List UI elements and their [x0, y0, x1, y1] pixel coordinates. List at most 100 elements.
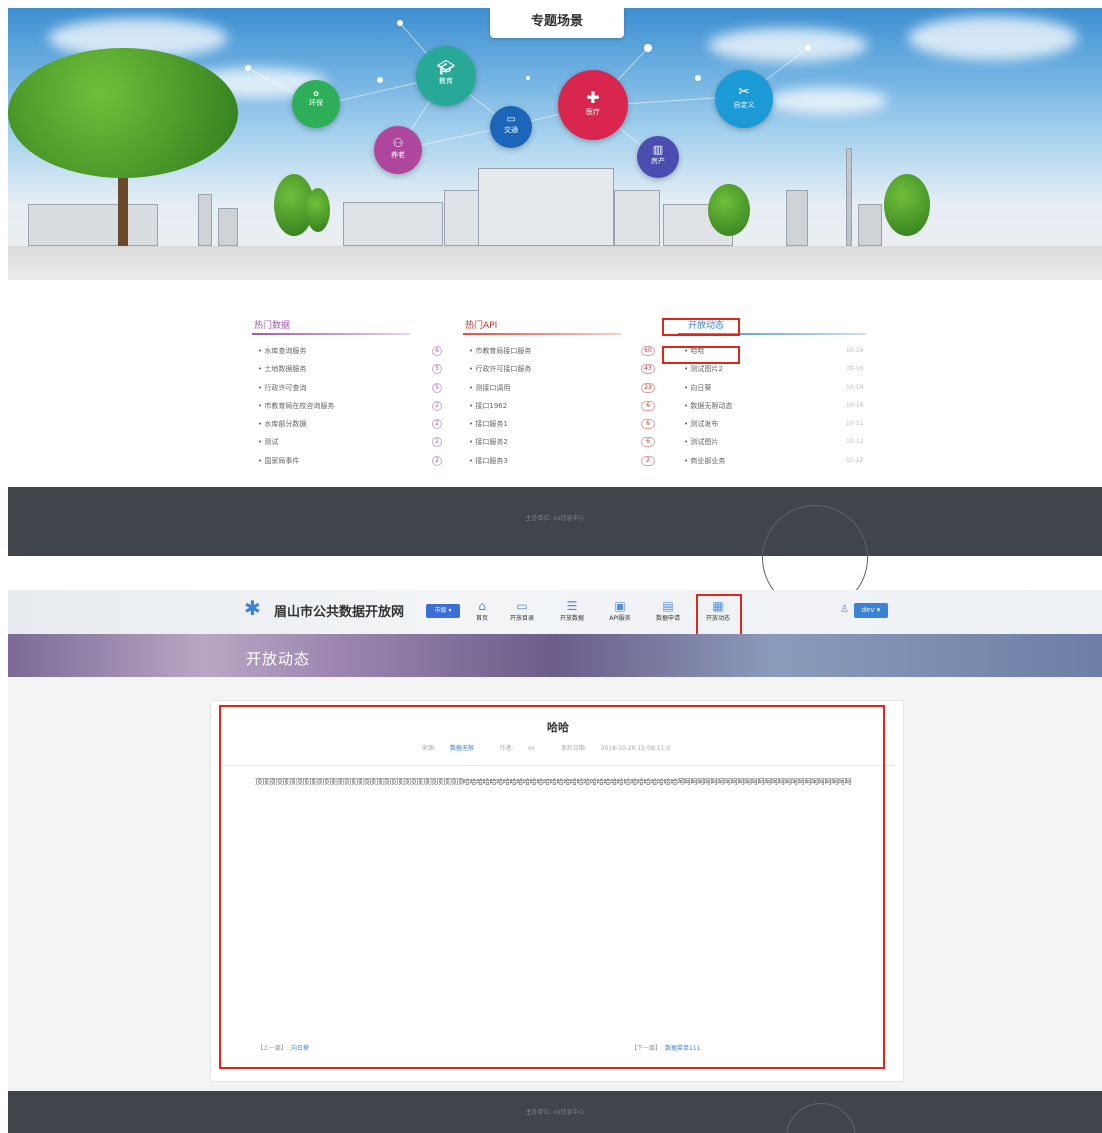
footer-text: 主办单位: xx信息中心 [525, 515, 585, 522]
count-badge: 6 [641, 419, 655, 430]
ground-plane [8, 246, 1102, 280]
count-badge: 2 [641, 455, 655, 466]
skyline-building [786, 190, 808, 246]
count-badge: 6 [432, 346, 442, 356]
logo-star-icon[interactable]: ✱ [244, 598, 261, 618]
list-item[interactable]: • 商业部业务 10-12 [678, 452, 863, 470]
elderly-people-icon: ⚇ [392, 136, 404, 150]
skyline-building [198, 194, 212, 246]
nav-api-service[interactable]: ▣ API服务 [600, 598, 640, 624]
news-detail-screenshot: ✱ 眉山市公共数据开放网 市级 ▾ ⌂ 首页 ▭ 开放目录 ☰ 开放数据 ▣ A… [8, 590, 1102, 1133]
topic-education-bubble[interactable]: 🎓︎ 教育 [416, 46, 476, 106]
hot-data-list: • 水库查询服务 6 • 土地数据服务 5 • 行政许可查询 5 • 市教育局在校咨询… [252, 342, 442, 470]
graduation-cap-icon: 🎓︎ [437, 60, 455, 76]
topic-elderly-bubble[interactable]: ⚇ 养老 [374, 126, 422, 174]
hot-lists-section: 热门数据 • 水库查询服务 6 • 土地数据服务 5 • 行政许可查询 5 • 市教育… [8, 280, 1102, 487]
api-icon: ▣ [614, 599, 626, 613]
count-badge: 5 [432, 364, 442, 375]
list-item[interactable]: • 土地数据服务 5 [252, 360, 442, 378]
government-building [478, 168, 614, 246]
list-item[interactable]: • 水库查询服务 6 [252, 342, 442, 360]
bubble-label: 房产 [651, 157, 665, 165]
hot-data-title[interactable]: 热门数据 [252, 320, 422, 334]
list-item[interactable]: • 接口服务1 6 [463, 415, 655, 433]
folder-icon: ▭ [516, 599, 528, 613]
hot-data-column: 热门数据 • 水库查询服务 6 • 土地数据服务 5 • 行政许可查询 5 • 市教育… [252, 320, 442, 470]
database-icon: ☰ [566, 599, 578, 613]
apply-icon: ▤ [662, 599, 674, 613]
building-icon: ▥ [652, 143, 664, 156]
user-menu[interactable]: dev ▾ [854, 603, 888, 618]
count-badge: 43 [641, 364, 655, 375]
medical-kit-icon: ✚ [586, 88, 600, 107]
list-item[interactable]: • 接口服务2 6 [463, 433, 655, 451]
leaf-globe-icon: ✿ [313, 90, 319, 98]
nav-home[interactable]: ⌂ 首页 [462, 598, 502, 624]
skyline-building [28, 204, 158, 246]
count-badge: 2 [432, 419, 442, 430]
tree [884, 174, 930, 236]
news-date: 10-12 [846, 420, 864, 428]
list-item[interactable]: • 测试发布 10-12 [678, 415, 863, 433]
user-icon: ♙ [840, 604, 849, 615]
nav-label: 首页 [475, 615, 488, 622]
skyline-building [858, 204, 882, 246]
skyline-building [218, 208, 238, 246]
nav-label: 开放目录 [509, 615, 534, 622]
site-footer: 主办单位: xx信息中心 [8, 487, 1102, 611]
hot-api-title[interactable]: 热门API [463, 320, 633, 334]
news-date: 10-12 [846, 438, 864, 446]
topic-scene-title: 专题场景 [490, 8, 624, 38]
nav-open-catalog[interactable]: ▭ 开放目录 [502, 598, 542, 624]
bubble-label: 医疗 [586, 108, 600, 116]
list-item[interactable]: • 向日葵 10-16 [678, 379, 863, 397]
page-title: 开放动态 [246, 650, 311, 668]
list-item[interactable]: • 数据无限动态 10-16 [678, 397, 863, 415]
divider [252, 333, 410, 335]
list-item[interactable]: • 水库部分数据 2 [252, 415, 442, 433]
open-news-column: 开放动态 • 哈哈 10-16 • 测试图片2 10-16 • 向日葵 10-16 •… [678, 320, 866, 470]
count-badge: 2 [432, 437, 442, 448]
list-item[interactable]: • 行政许可查询 5 [252, 379, 442, 397]
hot-api-list: • 市教育局接口服务 60 • 行政许可接口服务 43 • 测接口调用 23 • 接口… [463, 342, 655, 470]
tv-tower [846, 148, 852, 246]
list-item[interactable]: • 测试图片 10-12 [678, 433, 863, 451]
news-date: 10-16 [846, 401, 864, 409]
homepage-screenshot: 专题场景 ✿ 环保 🎓︎ 教育 ⚇ 养老 ▭ 交通 ✚ 医疗 ▥ 房产 ✂ 自定… [8, 8, 1102, 611]
divider [463, 333, 621, 335]
nav-open-data[interactable]: ☰ 开放数据 [552, 598, 592, 624]
government-building [614, 190, 660, 246]
list-item[interactable]: • 接口1962 6 [463, 397, 655, 415]
count-badge: 5 [432, 382, 442, 393]
bubble-label: 交通 [504, 126, 518, 134]
count-badge: 2 [432, 455, 442, 466]
highlight-news-item [662, 346, 740, 364]
page-banner: 开放动态 [8, 634, 1102, 677]
list-item[interactable]: • 国家局事件 2 [252, 452, 442, 470]
news-date: 10-16 [846, 383, 864, 391]
nav-label: 开放数据 [559, 615, 584, 622]
highlight-open-news-title [662, 318, 740, 336]
skyline-building [343, 202, 443, 246]
site-header: ✱ 眉山市公共数据开放网 市级 ▾ ⌂ 首页 ▭ 开放目录 ☰ 开放数据 ▣ A… [8, 590, 1102, 640]
list-item[interactable]: • 测试 2 [252, 433, 442, 451]
list-item[interactable]: • 测接口调用 23 [463, 379, 655, 397]
city-selector[interactable]: 市级 ▾ [426, 604, 460, 618]
topic-environment-bubble[interactable]: ✿ 环保 [292, 80, 340, 128]
nav-label: 数据申请 [655, 615, 680, 622]
topic-property-bubble[interactable]: ▥ 房产 [637, 136, 679, 178]
count-badge: 23 [641, 382, 655, 393]
big-tree [8, 48, 238, 178]
topic-scene-banner: 专题场景 ✿ 环保 🎓︎ 教育 ⚇ 养老 ▭ 交通 ✚ 医疗 ▥ 房产 ✂ 自定… [8, 8, 1102, 280]
tree [306, 188, 330, 232]
list-item[interactable]: • 市教育局接口服务 60 [463, 342, 655, 360]
list-item[interactable]: • 接口服务3 2 [463, 452, 655, 470]
count-badge: 6 [641, 437, 655, 448]
list-item[interactable]: • 行政许可接口服务 43 [463, 360, 655, 378]
topic-traffic-bubble[interactable]: ▭ 交通 [490, 106, 532, 148]
list-item[interactable]: • 市教育局在校咨询服务 2 [252, 397, 442, 415]
topic-medical-bubble[interactable]: ✚ 医疗 [558, 70, 628, 140]
topic-custom-bubble[interactable]: ✂ 自定义 [715, 70, 773, 128]
site-name[interactable]: 眉山市公共数据开放网 [274, 601, 404, 620]
nav-data-apply[interactable]: ▤ 数据申请 [648, 598, 688, 624]
